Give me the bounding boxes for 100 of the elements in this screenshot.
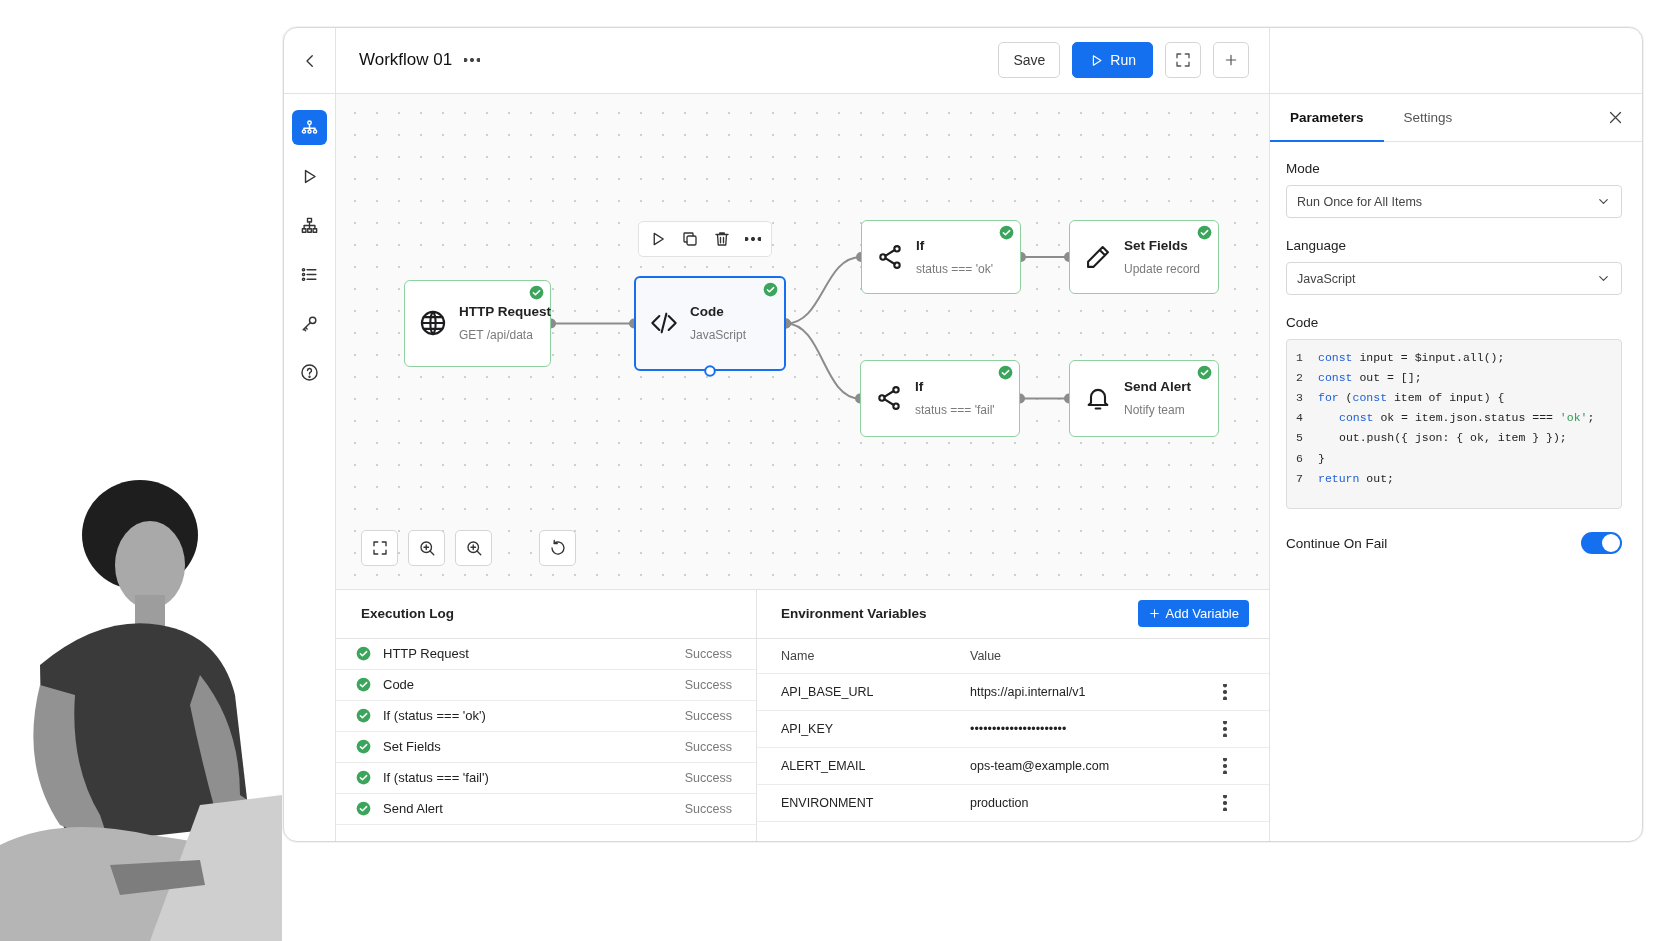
reset-icon <box>548 538 567 557</box>
workflow-icon <box>300 118 319 137</box>
node-subtitle: Notify team <box>1124 403 1186 418</box>
node-subtitle: Update record <box>1124 261 1201 276</box>
trash-icon <box>713 229 731 248</box>
fit-view-button[interactable] <box>361 529 398 566</box>
variable-value: ops-team@example.com <box>970 758 1111 773</box>
kebab-icon <box>1223 757 1227 774</box>
dropdown[interactable]: Run Once for All Items <box>1286 185 1622 218</box>
reset-button[interactable] <box>539 529 576 566</box>
node-subtitle: GET /api/data <box>459 328 534 343</box>
duplicate-button[interactable] <box>681 229 699 248</box>
branch-icon <box>875 384 903 413</box>
step-status: Success <box>684 646 732 661</box>
step-status: Success <box>684 801 732 816</box>
workflow-node[interactable]: Set Fields Update record <box>1069 219 1219 294</box>
zoom-in-button[interactable] <box>455 529 492 566</box>
node-title: Code <box>690 304 725 320</box>
toggle-label: Continue On Fail <box>1286 535 1388 551</box>
code-line: } <box>1318 451 1325 465</box>
delete-button[interactable] <box>713 229 731 248</box>
line-number: 2 <box>1296 370 1304 384</box>
add-variable-button[interactable]: Add Variable <box>1137 600 1249 628</box>
field-label: Mode <box>1286 161 1321 176</box>
field-label: Code <box>1286 315 1320 330</box>
save-button[interactable]: Save <box>998 42 1061 79</box>
variable-value: production <box>970 795 1030 810</box>
plus-icon <box>1147 607 1161 621</box>
hierarchy-icon <box>300 216 319 235</box>
globe-icon <box>419 309 447 338</box>
workflow-node[interactable]: HTTP Request GET /api/data <box>404 279 551 367</box>
step-name: Send Alert <box>383 801 444 817</box>
node-title: Set Fields <box>1124 237 1189 253</box>
log-row[interactable]: HTTP Request Success <box>336 638 756 670</box>
step-status: Success <box>684 739 732 754</box>
node-title: Send Alert <box>1124 379 1191 395</box>
step-name: Code <box>383 677 416 693</box>
code-line: for (const item of input) { <box>1318 390 1505 404</box>
node-subtitle: JavaScript <box>690 328 747 343</box>
log-row[interactable]: If (status === 'fail') Success <box>336 762 756 794</box>
step-name: If (status === 'fail') <box>383 770 490 786</box>
column-header: Name <box>781 648 816 663</box>
line-number: 1 <box>1296 350 1304 364</box>
kebab-icon <box>1223 794 1227 811</box>
branch-icon <box>876 242 904 271</box>
zoom-in-button[interactable] <box>408 529 445 566</box>
zoom-in-icon <box>464 538 483 557</box>
code-editor[interactable]: 1 const input = $input.all(); 2 const out = []; 3 for (const item of input) { 4 const ok = item.json.status === 'ok'; 5 out.push({ json: { ok, item } }); 6 } 7 return out; <box>1286 339 1622 509</box>
variable-name: API_BASE_URL <box>781 684 875 699</box>
more-icon <box>745 236 761 241</box>
log-row[interactable]: Set Fields Success <box>336 731 756 763</box>
line-number: 7 <box>1296 471 1304 485</box>
panel-tab[interactable]: Settings <box>1383 94 1473 142</box>
workflow-node[interactable]: Send Alert Notify team <box>1069 359 1219 437</box>
variable-name: ENVIRONMENT <box>781 795 875 810</box>
code-line: const out = []; <box>1318 370 1422 384</box>
log-row[interactable]: Send Alert Success <box>336 793 756 825</box>
help-icon <box>300 363 319 382</box>
log-row[interactable]: Code Success <box>336 669 756 701</box>
workflow-node[interactable]: Code JavaScript <box>634 275 786 371</box>
list-icon <box>300 265 319 284</box>
step-status: Success <box>684 677 732 692</box>
line-number: 4 <box>1296 411 1304 425</box>
more-button[interactable] <box>745 236 761 241</box>
panel-title: Execution Log <box>361 606 454 622</box>
toggle-switch[interactable] <box>1581 532 1622 554</box>
node-title: HTTP Request <box>459 304 551 320</box>
panel-title: Environment Variables <box>781 606 928 622</box>
step-name: Set Fields <box>383 739 442 755</box>
line-number: 3 <box>1296 390 1304 404</box>
variable-name: API_KEY <box>781 721 835 736</box>
port-handle[interactable] <box>704 364 716 377</box>
close-icon <box>1607 109 1624 126</box>
step-name: HTTP Request <box>383 646 470 662</box>
code-line: const input = $input.all(); <box>1318 350 1505 364</box>
workflow-node[interactable]: If status === 'fail' <box>860 359 1020 437</box>
step-status: Success <box>684 708 732 723</box>
workflow-node[interactable]: If status === 'ok' <box>861 219 1021 294</box>
code-line: return out; <box>1318 471 1394 485</box>
panel-tab[interactable]: Parameters <box>1270 94 1384 142</box>
kebab-icon <box>1223 683 1227 700</box>
node-title: If <box>915 379 925 395</box>
step-name: If (status === 'ok') <box>383 708 487 724</box>
more-icon <box>464 58 481 63</box>
fullscreen-button[interactable] <box>1165 42 1201 79</box>
variable-name: ALERT_EMAIL <box>781 758 867 773</box>
variable-value: https://api.internal/v1 <box>970 684 1087 699</box>
fullscreen-icon <box>370 538 389 557</box>
field-label: Language <box>1286 238 1348 253</box>
log-row[interactable]: If (status === 'ok') Success <box>336 700 756 732</box>
code-line: const ok = item.json.status === 'ok'; <box>1338 411 1595 425</box>
node-subtitle: status === 'fail' <box>915 403 995 418</box>
more-button[interactable] <box>464 58 481 63</box>
key-icon <box>300 314 319 333</box>
run-button[interactable]: Run <box>1072 42 1153 79</box>
node-subtitle: status === 'ok' <box>916 261 993 276</box>
line-number: 5 <box>1296 431 1304 445</box>
step-status: Success <box>684 770 732 785</box>
code-line: out.push({ json: { ok, item } }); <box>1338 431 1567 445</box>
dropdown[interactable]: JavaScript <box>1286 262 1622 295</box>
